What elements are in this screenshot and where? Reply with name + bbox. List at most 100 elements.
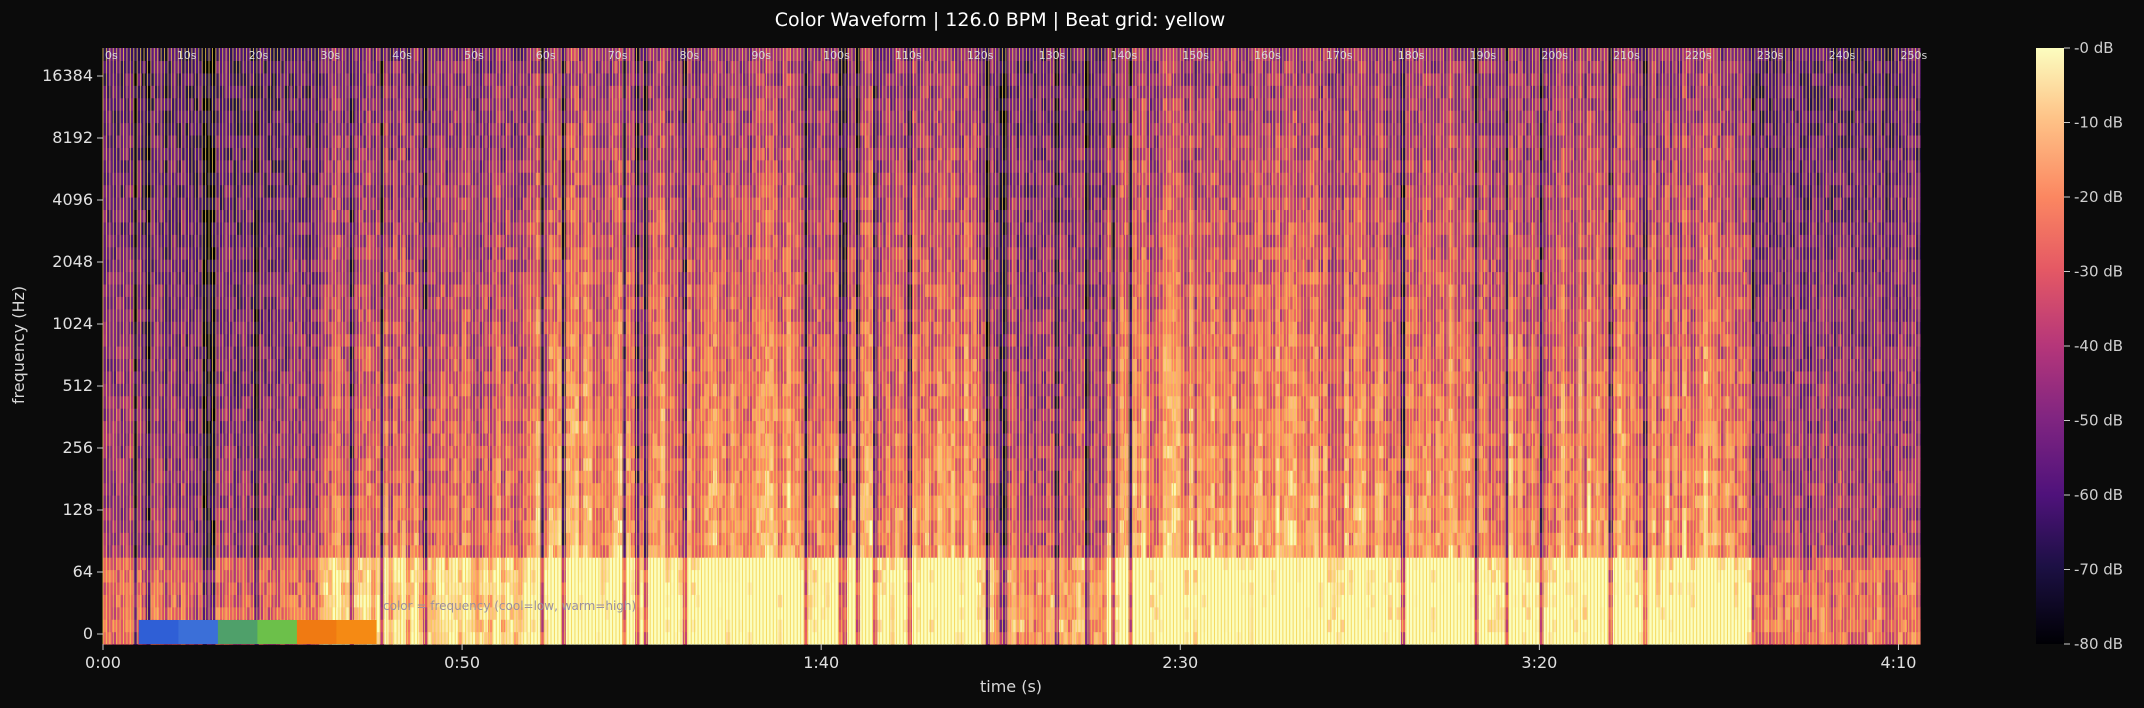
spectrogram-cell bbox=[103, 271, 108, 285]
spectrogram-cell bbox=[211, 271, 217, 285]
spectrogram-cell bbox=[462, 507, 467, 521]
spectrogram-cell bbox=[193, 569, 199, 583]
spectrogram-cell bbox=[176, 333, 182, 347]
spectrogram-cell bbox=[496, 48, 502, 62]
spectrogram-cell bbox=[379, 184, 385, 198]
spectrogram-cell bbox=[470, 370, 476, 384]
spectrogram-cell bbox=[241, 470, 247, 484]
spectrogram-cell bbox=[258, 333, 264, 347]
spectrogram-cell bbox=[232, 48, 238, 62]
spectrogram-cell bbox=[323, 308, 329, 322]
spectrogram-cell bbox=[120, 197, 126, 211]
spectrogram-cell bbox=[470, 271, 476, 285]
spectrogram-cell bbox=[444, 532, 450, 546]
spectrogram-cell bbox=[423, 631, 429, 645]
spectrogram-cell bbox=[211, 221, 217, 235]
spectrogram-cell bbox=[397, 296, 403, 310]
spectrogram-cell bbox=[544, 246, 550, 260]
spectrogram-cell bbox=[137, 519, 143, 533]
spectrogram-cell bbox=[250, 532, 256, 546]
spectrogram-cell bbox=[323, 358, 329, 372]
spectrogram-cell bbox=[388, 259, 394, 273]
spectrogram-cell bbox=[111, 271, 117, 285]
spectrogram-cell bbox=[488, 97, 493, 111]
spectrogram-cell bbox=[276, 395, 281, 409]
spectrogram-cell bbox=[379, 495, 385, 509]
spectrogram-cell bbox=[323, 470, 329, 484]
spectrogram-cell bbox=[267, 221, 273, 235]
spectrogram-cell bbox=[167, 370, 173, 384]
spectrogram-cell bbox=[479, 544, 485, 558]
spectrogram-cell bbox=[241, 507, 247, 521]
spectrogram-cell bbox=[306, 346, 312, 360]
spectrogram-cell bbox=[518, 221, 524, 235]
spectrogram-cell bbox=[379, 333, 385, 347]
spectrogram-cell bbox=[159, 110, 165, 124]
spectrogram-cell bbox=[111, 134, 117, 148]
spectrogram-cell bbox=[414, 408, 420, 422]
spectrogram-cell bbox=[120, 72, 126, 86]
spectrogram-cell bbox=[496, 147, 502, 161]
spectrogram-cell bbox=[193, 557, 199, 571]
spectrogram-cell bbox=[332, 383, 338, 397]
spectrogram-cell bbox=[535, 308, 541, 322]
spectrogram-cell bbox=[488, 134, 493, 148]
spectrogram-cell bbox=[397, 197, 403, 211]
spectrogram-cell bbox=[349, 259, 355, 273]
spectrogram-cell bbox=[284, 60, 290, 74]
spectrogram-cell bbox=[340, 221, 346, 235]
spectrogram-cell bbox=[544, 445, 550, 459]
spectrogram-cell bbox=[128, 532, 134, 546]
spectrogram-cell bbox=[167, 110, 173, 124]
spectrogram-cell bbox=[284, 221, 290, 235]
spectrogram-cell bbox=[258, 346, 264, 360]
spectrogram-cell bbox=[120, 184, 126, 198]
spectrogram-cell bbox=[423, 122, 429, 136]
spectrogram-cell bbox=[241, 370, 247, 384]
spectrogram-cell bbox=[397, 532, 403, 546]
spectrogram-cell bbox=[202, 221, 208, 235]
spectrogram-cell bbox=[544, 495, 550, 509]
spectrogram-cell bbox=[371, 321, 377, 335]
spectrogram-cell bbox=[193, 383, 199, 397]
spectrogram-cell bbox=[526, 557, 532, 571]
spectrogram-cell bbox=[349, 147, 355, 161]
spectrogram-cell bbox=[488, 482, 493, 496]
spectrogram-cell bbox=[241, 358, 247, 372]
spectrogram-cell bbox=[232, 346, 238, 360]
spectrogram-cell bbox=[284, 147, 290, 161]
spectrogram-cell bbox=[103, 470, 108, 484]
spectrogram-cell bbox=[535, 184, 541, 198]
spectrogram-cell bbox=[232, 594, 238, 608]
spectrogram-cell bbox=[284, 581, 290, 595]
spectrogram-cell bbox=[137, 457, 143, 471]
spectrogram-cell bbox=[535, 72, 541, 86]
spectrogram-cell bbox=[306, 221, 312, 235]
spectrogram-cell bbox=[349, 246, 355, 260]
spectrogram-cell bbox=[120, 134, 126, 148]
spectrogram-cell bbox=[276, 532, 281, 546]
spectrogram-cell bbox=[111, 147, 117, 161]
spectrogram-cell bbox=[414, 470, 420, 484]
spectrogram-cell bbox=[518, 569, 524, 583]
spectrogram-cell bbox=[120, 308, 126, 322]
spectrogram-cell bbox=[479, 246, 485, 260]
spectrogram-cell bbox=[202, 482, 208, 496]
spectrogram-cell bbox=[453, 519, 459, 533]
spectrogram-cell bbox=[453, 631, 459, 645]
spectrogram-cell bbox=[414, 519, 420, 533]
spectrogram-cell bbox=[462, 395, 467, 409]
spectrogram-cell bbox=[397, 172, 403, 186]
spectrogram-cell bbox=[488, 197, 493, 211]
spectrogram-cell bbox=[306, 432, 312, 446]
spectrogram-cell bbox=[414, 209, 420, 223]
spectrogram-cell bbox=[379, 432, 385, 446]
spectrogram-cell bbox=[167, 296, 173, 310]
spectrogram-cell bbox=[258, 581, 264, 595]
spectrogram-cell bbox=[193, 72, 199, 86]
spectrogram-cell bbox=[103, 234, 108, 248]
spectrogram-cell bbox=[306, 122, 312, 136]
spectrogram-cell bbox=[176, 482, 182, 496]
spectrogram-cell bbox=[444, 395, 450, 409]
spectrogram-cell bbox=[267, 321, 273, 335]
